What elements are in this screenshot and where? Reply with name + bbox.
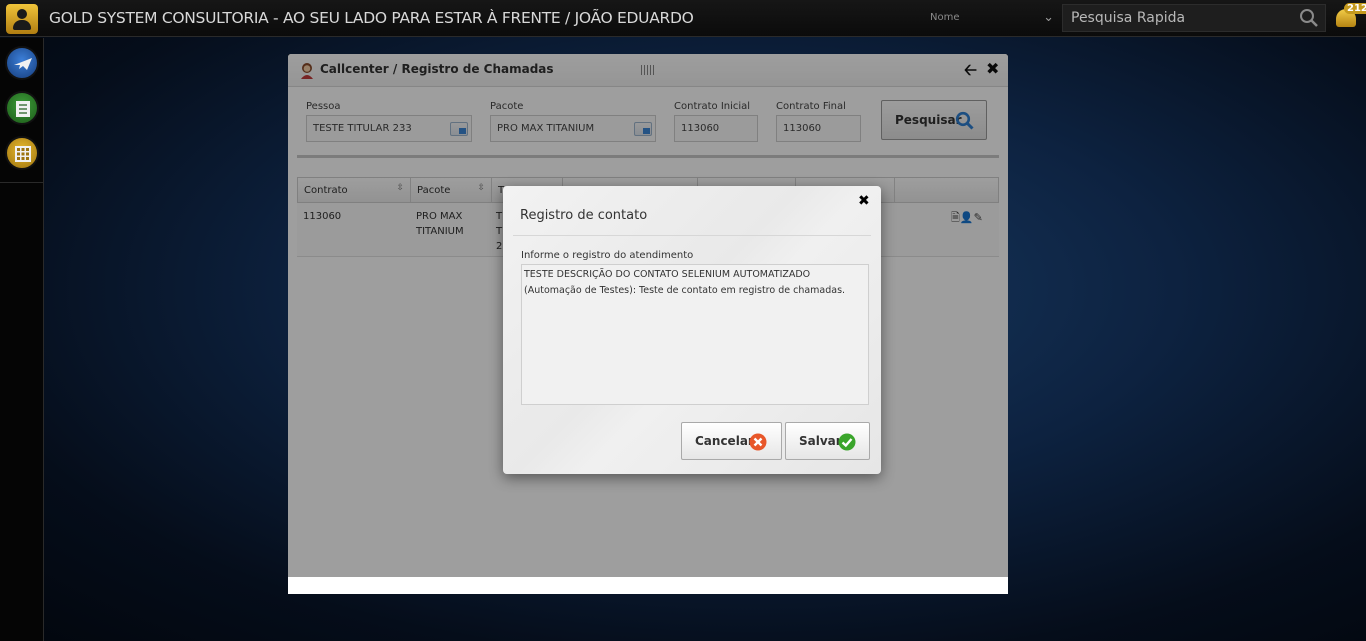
left-sidebar — [0, 38, 44, 641]
sidebar-divider — [0, 182, 44, 183]
close-icon[interactable]: ✖ — [858, 193, 870, 209]
cancel-icon — [749, 433, 767, 451]
check-icon — [838, 433, 856, 451]
chevron-down-icon: ⌄ — [1043, 10, 1054, 25]
search-icon[interactable] — [1299, 8, 1319, 28]
user-avatar-icon[interactable] — [6, 4, 38, 34]
notification-count: 2125 — [1344, 3, 1366, 14]
sidebar-item-list[interactable] — [5, 91, 39, 125]
save-label: Salvar — [799, 434, 842, 448]
quick-search-field-selected: Nome — [930, 12, 960, 23]
list-icon — [16, 101, 30, 117]
dialog-divider — [513, 235, 871, 236]
system-title: GOLD SYSTEM CONSULTORIA - AO SEU LADO PA… — [49, 9, 694, 27]
quick-search-field-select[interactable]: Nome ⌄ — [926, 7, 1058, 31]
quick-search-input[interactable] — [1063, 5, 1293, 31]
cancel-label: Cancelar — [695, 434, 754, 448]
registro-contato-dialog: Registro de contato ✖ Informe o registro… — [503, 186, 881, 474]
plane-icon — [14, 58, 32, 70]
cancel-button[interactable]: Cancelar — [681, 422, 782, 460]
calculator-icon — [15, 146, 31, 162]
registro-textarea[interactable]: TESTE DESCRIÇÃO DO CONTATO SELENIUM AUTO… — [521, 264, 869, 405]
sidebar-item-calculator[interactable] — [5, 136, 39, 170]
dialog-title: Registro de contato — [520, 208, 648, 223]
quick-search-box — [1062, 4, 1326, 32]
window-footer — [288, 577, 1008, 594]
save-button[interactable]: Salvar — [785, 422, 870, 460]
sidebar-item-plane[interactable] — [5, 46, 39, 80]
registro-label: Informe o registro do atendimento — [521, 250, 694, 261]
notifications-button[interactable]: 2125 — [1334, 3, 1366, 33]
top-bar: GOLD SYSTEM CONSULTORIA - AO SEU LADO PA… — [0, 0, 1366, 37]
